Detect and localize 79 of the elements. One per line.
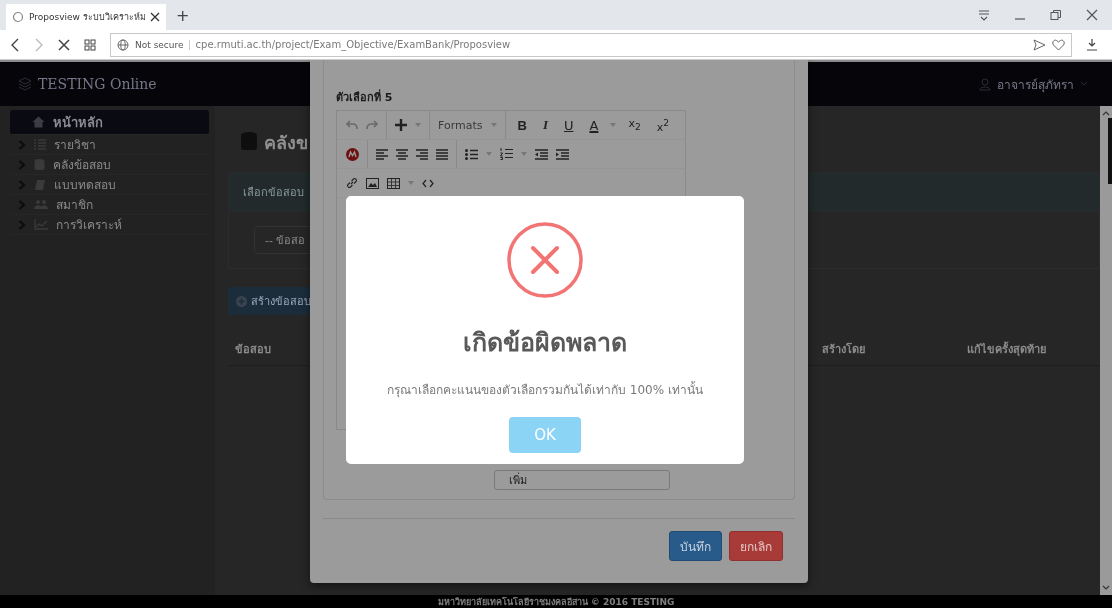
format-button[interactable]: A [585, 117, 603, 133]
sidebar-item[interactable]: การวิเคราะห์ [10, 215, 209, 235]
caret-icon [610, 123, 617, 127]
format-button[interactable]: I [538, 117, 552, 133]
tab-title: Proposview ระบบวิเคราะห์ม [29, 11, 145, 24]
align-right-icon[interactable] [416, 148, 428, 160]
info-text: เลือกข้อสอบ [243, 185, 304, 201]
column-header: แก้ไขครั้งสุดท้าย [967, 340, 1046, 358]
line-chart-icon [34, 219, 48, 230]
globe-icon [117, 38, 129, 51]
caret-icon [490, 123, 497, 127]
layers-icon [18, 77, 32, 91]
alert-message: กรุณาเลือกคะแนนของตัวเลือกรวมกันได้เท่ากับ 100% เท่านั้น [387, 380, 703, 399]
sidebar-item[interactable]: สมาชิก [10, 195, 209, 215]
page-title: คลังข [264, 130, 308, 155]
table-icon[interactable] [387, 177, 400, 189]
close-icon[interactable] [150, 12, 160, 22]
caret-icon [521, 152, 527, 156]
database-icon [34, 158, 45, 171]
download-icon[interactable] [1086, 38, 1098, 51]
superscript-button[interactable]: x$^{2}$ [652, 116, 674, 134]
save-button[interactable]: บันทึก [669, 531, 722, 561]
add-button[interactable]: เพิ่ม [494, 470, 670, 490]
outdent-icon[interactable] [535, 148, 548, 160]
filter-icon[interactable] [978, 9, 990, 21]
footer-text: มหาวิทยาลัยเทคโนโลยีราชมงคลอีสาน © 2016 TESTING [437, 595, 675, 608]
scroll-up-icon[interactable] [1102, 110, 1110, 116]
numbered-list-icon[interactable] [500, 148, 513, 160]
sidebar-item[interactable]: รายวิชา [10, 135, 209, 155]
user-icon [979, 77, 991, 91]
url-text: cpe.rmuti.ac.th/project/Exam_Objective/ExamBank/Proposview [195, 39, 511, 50]
brand-title[interactable]: TESTING Online [38, 76, 157, 92]
cancel-button[interactable]: ยกเลิก [729, 531, 783, 561]
scroll-down-icon[interactable] [1102, 585, 1110, 591]
browser-tab[interactable]: Proposview ระบบวิเคราะห์ม [6, 4, 166, 30]
sidebar-item[interactable]: คลังข้อสอบ [10, 155, 209, 175]
close-icon[interactable] [1086, 9, 1098, 21]
error-icon [507, 222, 583, 298]
field-label: ตัวเลือกที่ 5 [336, 88, 394, 106]
column-header: สร้างโดย [822, 341, 865, 358]
loading-icon [12, 11, 24, 23]
subscript-button[interactable]: x$_{2}$ [624, 117, 645, 133]
users-icon [34, 199, 48, 210]
book-icon [34, 178, 46, 191]
caret-icon [486, 152, 492, 156]
plus-circle-icon [236, 295, 247, 307]
bullet-list-icon[interactable] [465, 148, 478, 160]
new-tab-button[interactable]: + [170, 5, 196, 25]
sidebar-item[interactable]: หน้าหลัก [10, 110, 209, 135]
justify-icon[interactable] [436, 148, 448, 160]
indent-icon[interactable] [556, 148, 569, 160]
align-center-icon[interactable] [396, 148, 408, 160]
math-logo-icon[interactable] [346, 147, 359, 161]
scrollbar[interactable] [1100, 106, 1112, 595]
format-button[interactable]: B [513, 117, 531, 133]
grid-icon[interactable] [84, 38, 96, 51]
back-icon[interactable] [10, 37, 20, 52]
link-icon[interactable] [346, 177, 358, 189]
home-icon [32, 116, 45, 128]
caret-icon [408, 181, 414, 185]
restore-icon[interactable] [1050, 9, 1062, 21]
format-button[interactable]: U [559, 117, 578, 133]
formats-dropdown[interactable]: Formats [438, 118, 483, 132]
heart-icon[interactable] [1052, 38, 1065, 51]
send-icon[interactable] [1033, 38, 1046, 51]
stop-icon[interactable] [58, 38, 70, 51]
database-icon [240, 132, 258, 152]
address-field[interactable]: Not secure cpe.rmuti.ac.th/project/Exam_Objective/ExamBank/Proposview [110, 32, 1072, 57]
code-icon[interactable] [422, 178, 434, 188]
caret-icon [415, 123, 421, 127]
image-icon[interactable] [366, 177, 379, 189]
plus-icon[interactable] [395, 119, 407, 131]
alert-title: เกิดข้อผิดพลาด [463, 327, 627, 359]
user-menu[interactable]: อาจารย์สุภัทรา [997, 74, 1074, 94]
caret-icon [1080, 81, 1088, 87]
security-label: Not secure [135, 39, 190, 50]
column-header: ข้อสอบ [235, 342, 271, 358]
align-left-icon[interactable] [376, 148, 388, 160]
sidebar-item[interactable]: แบบทดสอบ [10, 175, 209, 195]
